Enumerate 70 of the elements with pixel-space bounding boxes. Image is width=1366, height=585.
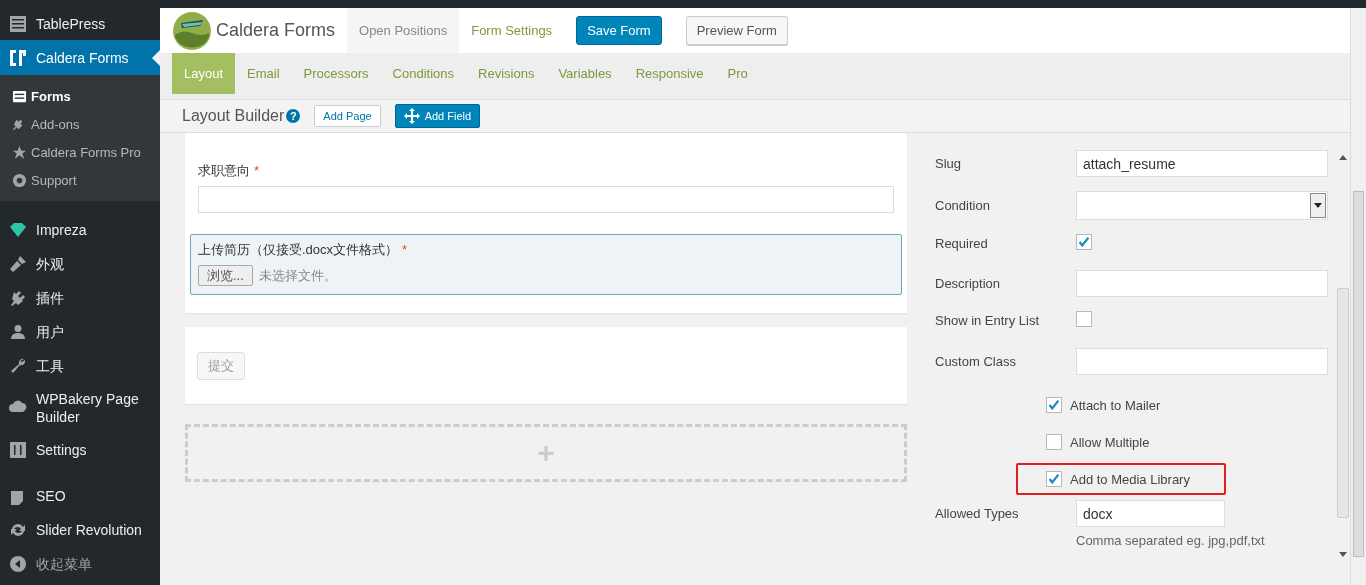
sidebar-item[interactable]: 插件 (0, 281, 160, 315)
scroll-down-icon[interactable] (1339, 552, 1347, 557)
plus-icon: + (537, 438, 555, 468)
preview-button[interactable]: Preview Form (685, 16, 788, 45)
setting-label: Required (935, 235, 989, 251)
input-field[interactable] (1076, 348, 1328, 375)
add-page-button[interactable]: Add Page (314, 105, 381, 127)
setting-label: Allowed Types (935, 506, 1020, 521)
input-field[interactable]: docx (1076, 500, 1225, 527)
add-field-button[interactable]: Add Field (394, 104, 481, 128)
star-icon (12, 144, 27, 160)
move-icon (403, 108, 420, 124)
help-icon[interactable]: ? (286, 109, 301, 123)
list-icon (12, 88, 27, 104)
file-status: 未选择文件。 (258, 266, 337, 285)
page-scrollbar[interactable] (1350, 8, 1366, 585)
checkbox[interactable] (1076, 311, 1092, 327)
submenu-item[interactable]: Add-ons (0, 110, 160, 138)
setting-label: Custom Class (935, 354, 1017, 369)
brush-icon (8, 254, 28, 274)
person-icon (8, 322, 28, 342)
lifebuoy-icon (12, 172, 27, 188)
checkbox[interactable] (1046, 434, 1062, 450)
sidebar-item[interactable]: Settings (0, 433, 160, 467)
selected-field[interactable]: 上传简历（仅接受.docx文件格式） * 浏览... 未选择文件。 (190, 234, 902, 295)
save-button[interactable]: Save Form (576, 16, 662, 45)
submenu-item[interactable]: Forms (0, 82, 160, 110)
form-icon (8, 47, 28, 68)
field-label: 上传简历（仅接受.docx文件格式） (198, 242, 399, 257)
builder-title: Layout Builder (182, 107, 285, 125)
checkbox[interactable] (1046, 471, 1062, 487)
sidebar-item[interactable]: Caldera Forms (0, 40, 160, 75)
sidebar-item[interactable]: Slider Revolution (0, 513, 160, 547)
app-title: Caldera Forms (216, 20, 336, 41)
table-icon (8, 14, 28, 34)
setting-label: Description (935, 276, 1002, 291)
logo-icon (172, 10, 212, 51)
form-settings-link[interactable]: Form Settings (459, 23, 565, 38)
form-field[interactable]: 求职意向 * (190, 155, 902, 222)
plug-icon (8, 288, 28, 308)
browse-button[interactable]: 浏览... (198, 265, 253, 286)
input-field[interactable] (1076, 270, 1328, 297)
sidebar-item[interactable]: Impreza (0, 213, 160, 247)
setting-label: Slug (935, 156, 963, 171)
checkbox[interactable] (1046, 397, 1062, 413)
checkbox-label: Attach to Mailer (1070, 397, 1161, 413)
sidebar-item[interactable]: WPBakery Page Builder (0, 383, 160, 433)
required-mark: * (254, 163, 260, 178)
sidebar-item[interactable]: 用户 (0, 315, 160, 349)
sliders-icon (8, 440, 28, 460)
form-name: Open Positions (347, 8, 460, 53)
required-mark: * (402, 242, 408, 257)
input-field[interactable]: attach_resume (1076, 150, 1328, 177)
input-field[interactable] (198, 186, 894, 213)
submenu-item[interactable]: Caldera Forms Pro (0, 138, 160, 166)
sidebar-item[interactable]: 外观 (0, 247, 160, 281)
sidebar-item[interactable]: 收起菜单 (0, 547, 160, 581)
select-field[interactable] (1076, 191, 1328, 220)
submenu-item[interactable]: Support (0, 166, 160, 194)
checkbox[interactable] (1076, 234, 1092, 250)
setting-label: Condition (935, 198, 991, 213)
scroll-up-icon[interactable] (1339, 155, 1347, 160)
checkbox-label: Allow Multiple (1070, 434, 1150, 450)
checkbox-label: Add to Media Library (1070, 471, 1190, 487)
field-label: 求职意向 (198, 163, 250, 178)
setting-label: Show in Entry List (935, 313, 1041, 328)
field-hint: Comma separated eg. jpg,pdf,txt (1076, 533, 1266, 548)
sidebar-item[interactable]: TablePress (0, 8, 160, 40)
sidebar-item[interactable]: SEO (0, 479, 160, 513)
sidebar-item[interactable]: 工具 (0, 349, 160, 383)
